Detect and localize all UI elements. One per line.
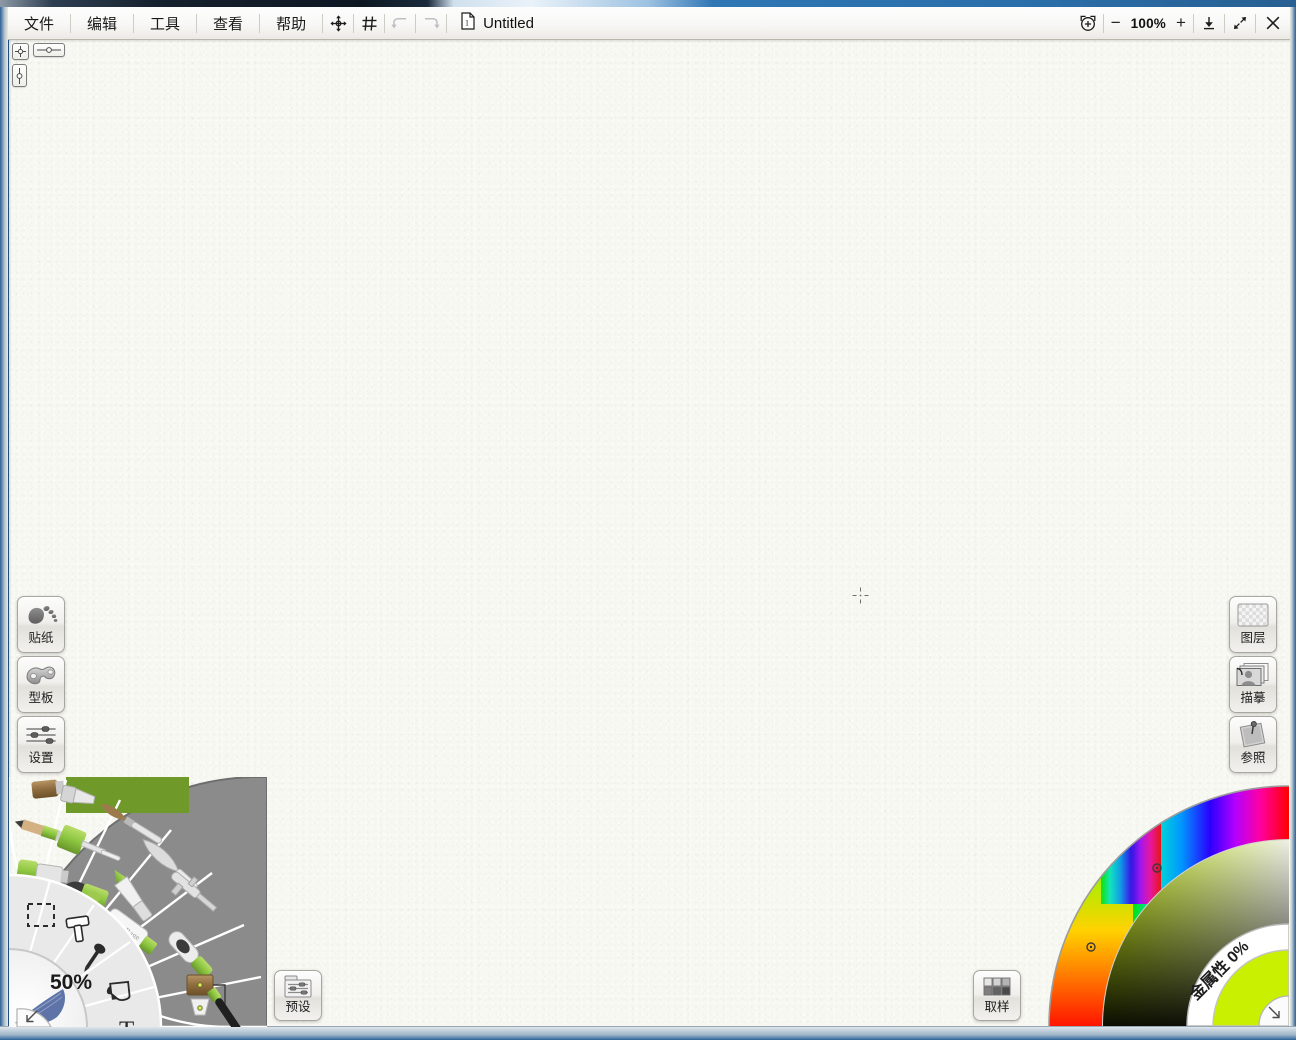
settings-button[interactable]: 设置 bbox=[17, 716, 65, 773]
handle-vertical-slider[interactable] bbox=[12, 64, 27, 87]
zoom-out-button[interactable]: − bbox=[1104, 7, 1128, 40]
stencil-icon bbox=[23, 657, 59, 693]
tracing-image-icon bbox=[1235, 657, 1271, 693]
window-chrome-bottom bbox=[0, 1026, 1296, 1040]
zoom-in-button[interactable]: + bbox=[1169, 7, 1193, 40]
swatch-grid-icon bbox=[981, 971, 1013, 1002]
transform-handles bbox=[12, 43, 65, 91]
svg-text:1: 1 bbox=[465, 19, 469, 28]
menu-edit[interactable]: 编辑 bbox=[71, 7, 133, 40]
artrage-window: 文件 编辑 工具 查看 帮助 bbox=[0, 0, 1296, 1040]
menu-file[interactable]: 文件 bbox=[8, 7, 70, 40]
preset-button[interactable]: 预设 bbox=[274, 970, 322, 1021]
reference-button-label: 参照 bbox=[1240, 752, 1265, 765]
sample-button[interactable]: 取样 bbox=[973, 970, 1021, 1021]
pinned-photo-icon bbox=[1235, 717, 1271, 753]
tool-picker-wheel[interactable]: ArtRage bbox=[9, 777, 267, 1027]
redo-icon[interactable] bbox=[416, 7, 446, 40]
menu-view[interactable]: 查看 bbox=[197, 7, 259, 40]
menu-help[interactable]: 帮助 bbox=[260, 7, 322, 40]
zoom-controls: − 100% + bbox=[1104, 7, 1193, 40]
settings-button-label: 设置 bbox=[28, 752, 53, 765]
window-chrome-left bbox=[0, 7, 8, 1040]
footprint-icon bbox=[23, 597, 59, 633]
move-icon[interactable] bbox=[323, 7, 353, 40]
window-chrome-right bbox=[1290, 7, 1296, 1040]
stencil-button-label: 型板 bbox=[28, 692, 53, 705]
menu-tools[interactable]: 工具 bbox=[134, 7, 196, 40]
sliders-icon bbox=[23, 717, 59, 753]
document-icon: 1 bbox=[461, 12, 475, 34]
sample-button-label: 取样 bbox=[984, 1001, 1009, 1014]
undo-icon[interactable] bbox=[385, 7, 415, 40]
zoom-level: 100% bbox=[1128, 16, 1169, 31]
layers-button[interactable]: 图层 bbox=[1229, 596, 1277, 653]
layers-button-label: 图层 bbox=[1240, 632, 1265, 645]
crosshair-cursor bbox=[852, 587, 869, 609]
color-picker-wheel[interactable]: 金属性 0% bbox=[1031, 774, 1289, 1026]
grid-icon[interactable] bbox=[354, 7, 384, 40]
handle-row-bottom bbox=[12, 64, 65, 87]
restore-icon[interactable] bbox=[1225, 7, 1255, 40]
menu-bar: 文件 编辑 工具 查看 帮助 bbox=[8, 7, 1290, 40]
document-tab[interactable]: 1 Untitled bbox=[447, 7, 548, 40]
preset-button-label: 预设 bbox=[285, 1001, 310, 1014]
canvas-shadow-top bbox=[9, 40, 1290, 43]
handle-row-top bbox=[12, 43, 65, 60]
sticker-button[interactable]: 贴纸 bbox=[17, 596, 65, 653]
minimize-icon[interactable] bbox=[1194, 7, 1224, 40]
close-icon[interactable] bbox=[1256, 7, 1290, 40]
brush-size-label: 50% bbox=[50, 971, 92, 994]
preset-list-icon bbox=[282, 971, 314, 1002]
tracing-button[interactable]: 描摹 bbox=[1229, 656, 1277, 713]
rotate-canvas-icon[interactable] bbox=[1073, 7, 1103, 40]
tracing-button-label: 描摹 bbox=[1240, 692, 1265, 705]
reference-button[interactable]: 参照 bbox=[1229, 716, 1277, 773]
handle-center-pin[interactable] bbox=[12, 43, 29, 60]
checker-layers-icon bbox=[1235, 597, 1271, 633]
document-title: Untitled bbox=[483, 15, 534, 32]
stencil-button[interactable]: 型板 bbox=[17, 656, 65, 713]
handle-horizontal-slider[interactable] bbox=[33, 43, 65, 57]
sticker-button-label: 贴纸 bbox=[28, 632, 53, 645]
